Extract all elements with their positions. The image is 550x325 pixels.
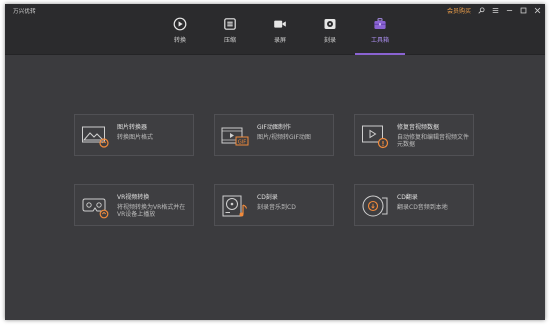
play-circle-icon [173, 17, 187, 31]
image-convert-icon [82, 126, 109, 148]
tool-card-cd-rip[interactable]: CD翻录 翻录CD音频到本地 [354, 184, 474, 226]
tab-compress[interactable]: 压缩 [205, 4, 255, 54]
vip-purchase-link[interactable]: 会员购买 [447, 6, 471, 15]
disc-icon [324, 19, 336, 29]
tool-title: CD翻录 [397, 194, 418, 201]
video-camera-icon [274, 20, 286, 28]
tool-description: 自动修复和编辑音视频文件元数据 [397, 134, 470, 148]
tool-title: 图片转换器 [117, 124, 148, 131]
minimize-icon[interactable] [505, 7, 513, 15]
tool-title: GIF动图制作 [257, 124, 291, 131]
tool-card-cd-burn[interactable]: CD刻录 刻录音乐到CD [214, 184, 334, 226]
app-window: 万兴优转 转换 压缩 录屏 刻录 工具箱 会员购买 图片转换器 转换图片格式 G… [5, 4, 545, 320]
tool-title: 修复音视频数据 [397, 124, 440, 131]
window-controls: 会员购买 [447, 6, 541, 15]
gif-maker-icon: GIF [221, 127, 249, 146]
cd-rip-icon [362, 195, 388, 217]
cd-burn-icon [222, 195, 248, 217]
tool-title: CD刻录 [257, 194, 278, 201]
tool-card-fix-metadata[interactable]: 修复音视频数据 自动修复和编辑音视频文件元数据 [354, 114, 474, 156]
metadata-fix-icon [362, 125, 389, 149]
close-icon[interactable] [533, 7, 541, 15]
tab-compress-label: 压缩 [223, 37, 236, 44]
tool-card-gif-maker[interactable]: GIF GIF动图制作 图片/视频转GIF动图 [214, 114, 334, 156]
tool-description: 转换图片格式 [117, 134, 154, 141]
toolbox-icon [374, 18, 386, 29]
main-nav: 转换 压缩 录屏 刻录 工具箱 [155, 4, 405, 55]
tool-description: 将视频转换为VR格式并在VR设备上播放 [117, 204, 186, 218]
tool-title: VR视频转换 [117, 194, 150, 201]
svg-text:GIF: GIF [238, 139, 246, 145]
tab-burn-label: 刻录 [323, 37, 336, 44]
tab-record-label: 录屏 [273, 37, 286, 44]
tab-convert[interactable]: 转换 [155, 4, 205, 54]
menu-icon[interactable] [491, 7, 499, 15]
tool-card-image-converter[interactable]: 图片转换器 转换图片格式 [74, 114, 194, 156]
tab-burn[interactable]: 刻录 [305, 4, 355, 54]
vr-headset-icon [82, 198, 109, 219]
tab-toolbox[interactable]: 工具箱 [355, 4, 405, 55]
tool-description: 图片/视频转GIF动图 [257, 134, 311, 141]
tab-convert-label: 转换 [173, 37, 186, 44]
tool-card-vr-converter[interactable]: VR视频转换 将视频转换为VR格式并在VR设备上播放 [74, 184, 194, 226]
app-title: 万兴优转 [13, 9, 36, 15]
tool-description: 翻录CD音频到本地 [397, 204, 448, 211]
compress-icon [224, 18, 236, 30]
tab-record[interactable]: 录屏 [255, 4, 305, 54]
maximize-icon[interactable] [519, 7, 527, 15]
search-icon[interactable] [477, 7, 485, 15]
tool-description: 刻录音乐到CD [257, 204, 296, 211]
tab-toolbox-label: 工具箱 [370, 37, 389, 44]
top-bar: 万兴优转 转换 压缩 录屏 刻录 工具箱 会员购买 [5, 4, 545, 55]
